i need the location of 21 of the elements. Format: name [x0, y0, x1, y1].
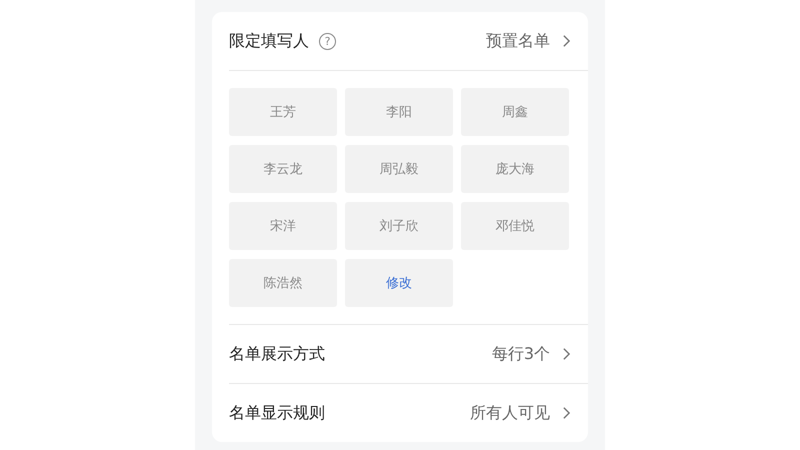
row-value[interactable]: 每行3个: [492, 344, 550, 364]
row-value[interactable]: 预置名单: [486, 30, 550, 52]
name-button[interactable]: 宋洋: [229, 202, 337, 250]
name-button[interactable]: 刘子欣: [345, 202, 453, 250]
chevron-right-icon[interactable]: [562, 347, 571, 361]
chevron-right-icon[interactable]: [562, 34, 571, 48]
edit-button[interactable]: 修改: [345, 259, 453, 307]
name-button[interactable]: 王芳: [229, 88, 337, 136]
row-value[interactable]: 所有人可见: [470, 402, 550, 424]
name-button[interactable]: 周弘毅: [345, 145, 453, 193]
row-label: 名单展示方式: [229, 344, 325, 364]
name-button[interactable]: 庞大海: [461, 145, 569, 193]
row-label: 限定填写人: [229, 30, 309, 52]
row-label: 名单显示规则: [229, 402, 325, 424]
name-button[interactable]: 邓佳悦: [461, 202, 569, 250]
name-button[interactable]: 李云龙: [229, 145, 337, 193]
help-icon[interactable]: ?: [319, 32, 336, 50]
name-button[interactable]: 周鑫: [461, 88, 569, 136]
chevron-right-icon[interactable]: [562, 406, 571, 420]
name-button[interactable]: 陈浩然: [229, 259, 337, 307]
name-button[interactable]: 李阳: [345, 88, 453, 136]
